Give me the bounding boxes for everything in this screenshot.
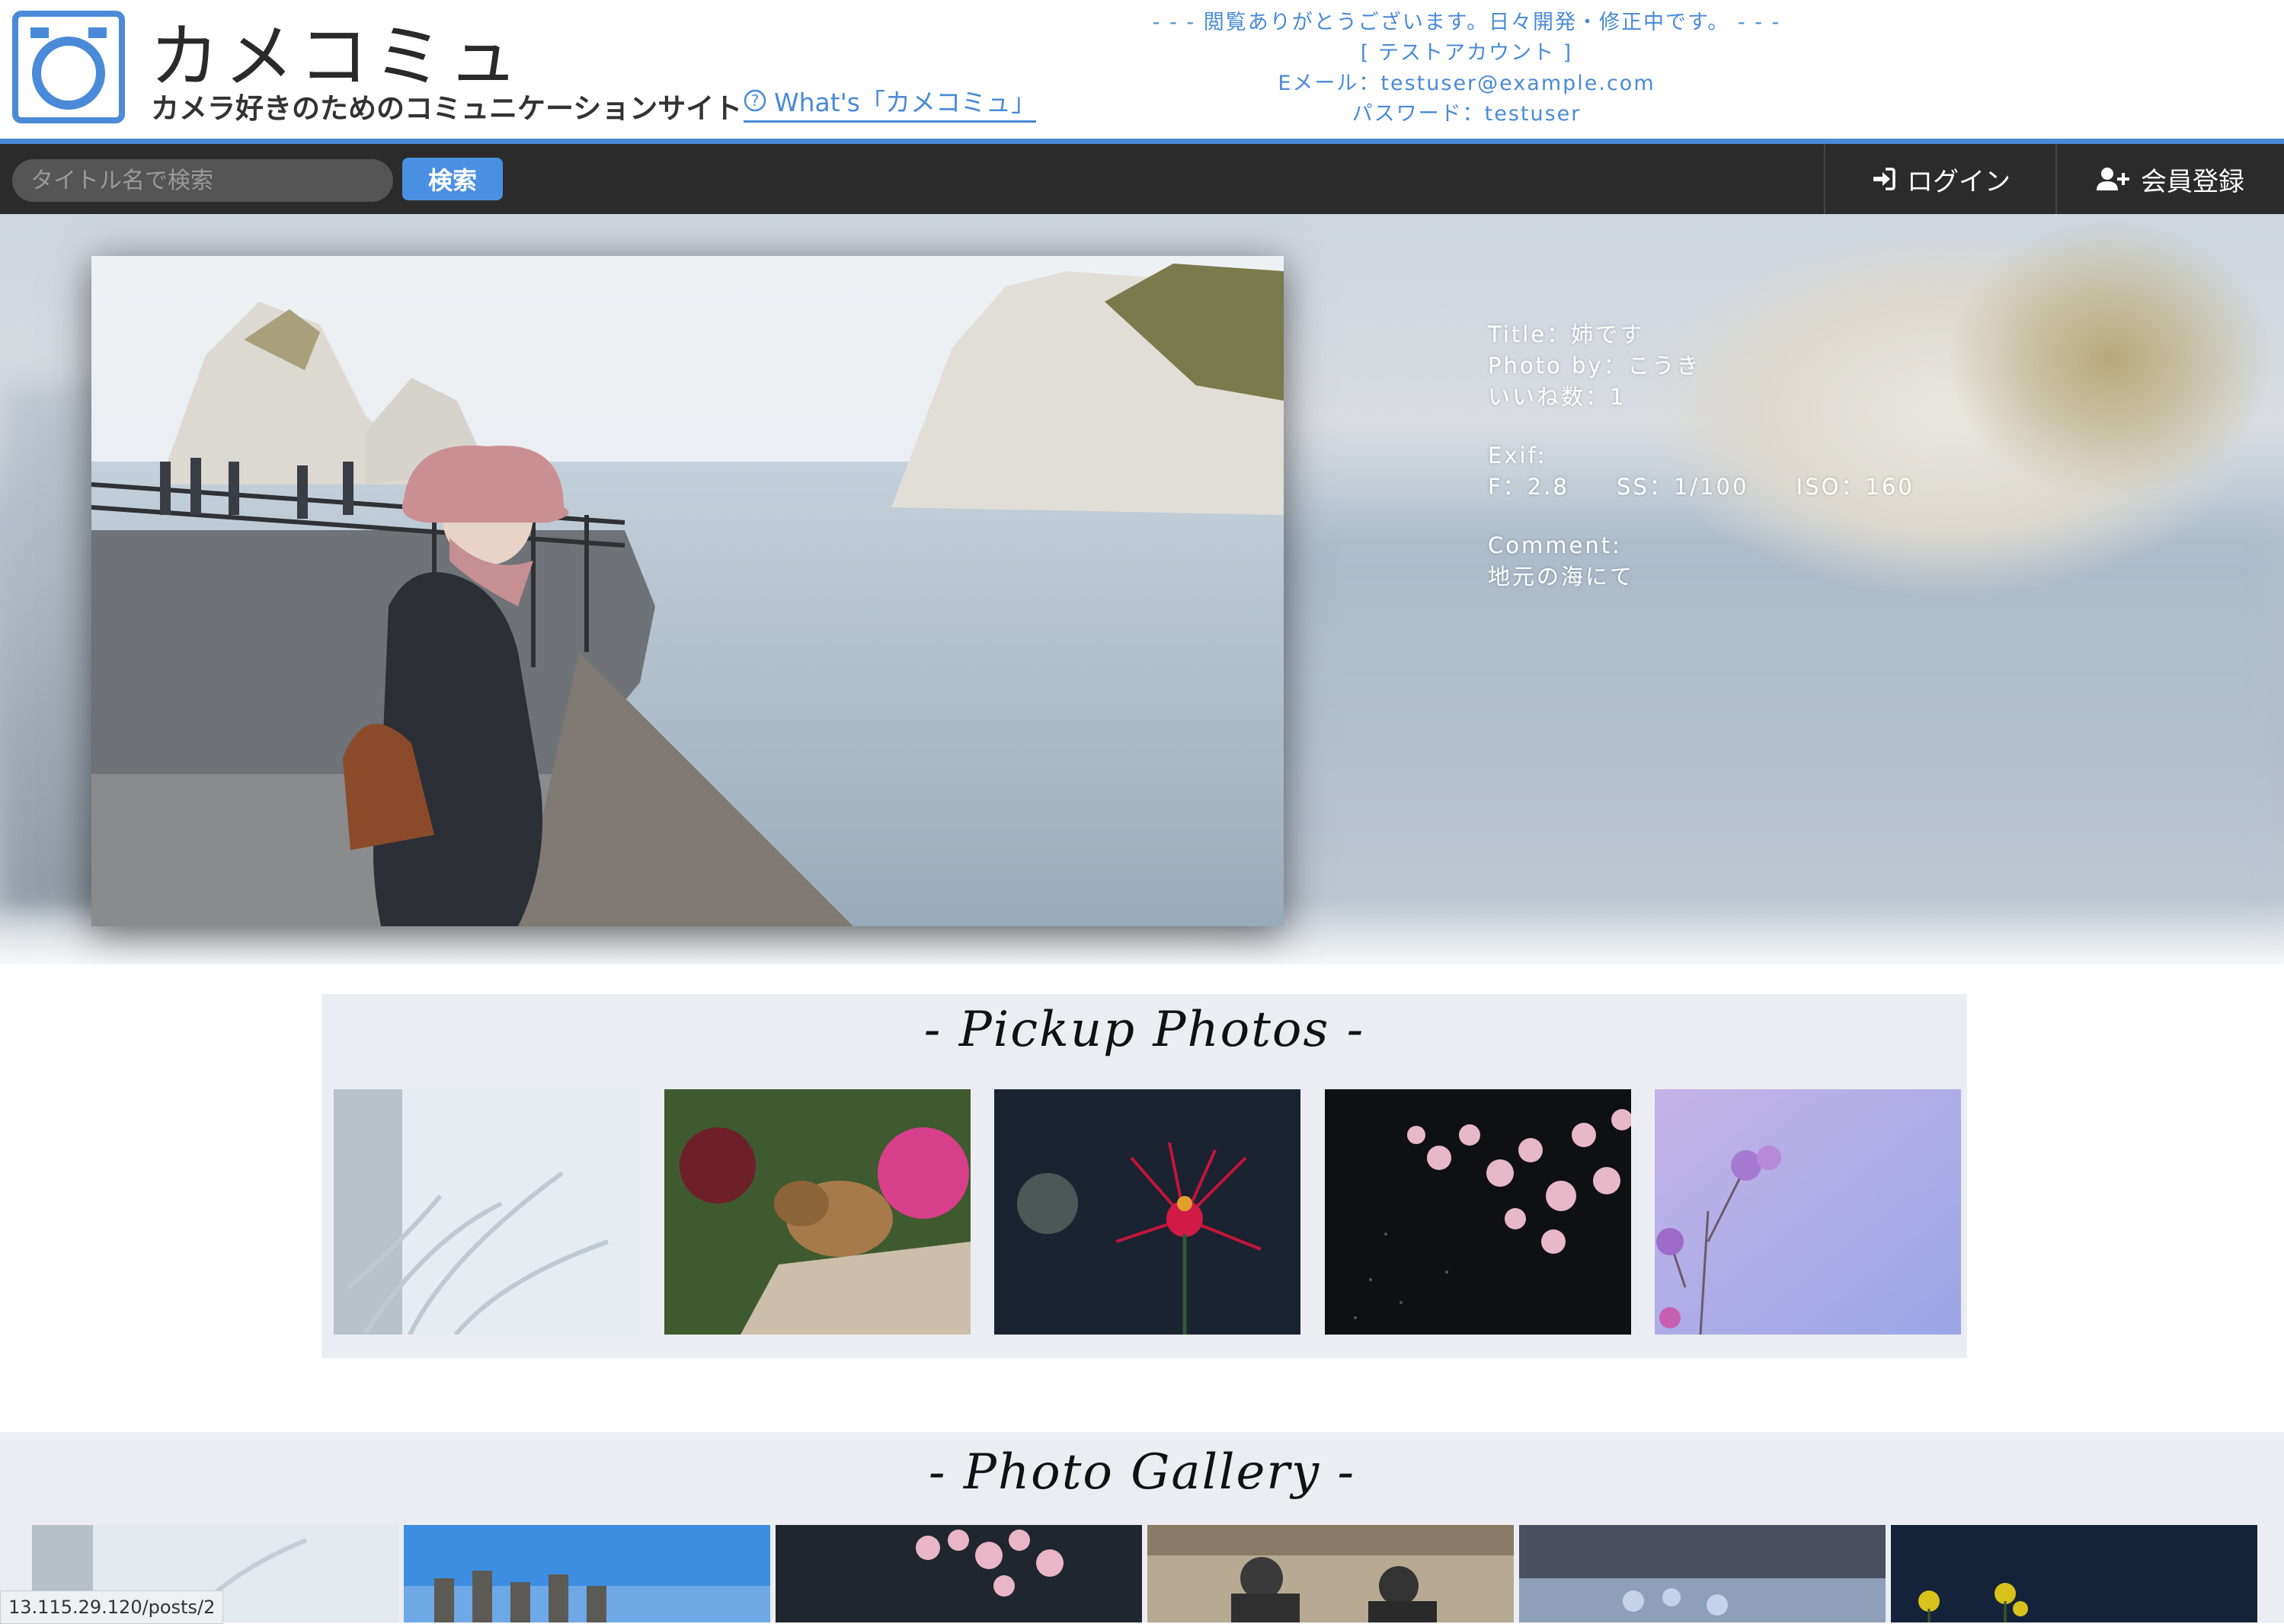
whats-link-label: What's「カメコミュ」	[774, 88, 1036, 117]
likes-row: いいね数：1	[1488, 382, 1953, 413]
login-button[interactable]: ログイン	[1824, 144, 2055, 214]
notice-line: パスワード：testuser	[1352, 102, 1582, 126]
gallery-photo-image	[404, 1525, 770, 1622]
gallery-photo-thumbnail[interactable]	[404, 1525, 770, 1622]
gallery-photo-image	[1147, 1525, 1514, 1622]
gallery-photo-thumbnail[interactable]	[776, 1525, 1142, 1622]
exif-values: F：2.8 SS：1/100 ISO：160	[1488, 472, 1953, 503]
photo-info-panel: Title：姉です Photo by：こうき いいね数：1 Exif: F：2.…	[1488, 319, 1953, 593]
help-circle-icon: ?	[744, 89, 766, 112]
hero-background-blur	[1950, 222, 2270, 496]
whats-link[interactable]: ? What's「カメコミュ」	[744, 82, 1036, 123]
notice-line: Eメール：testuser@example.com	[1278, 72, 1655, 95]
status-bar-url: 13.115.29.120/posts/2	[0, 1590, 224, 1624]
sign-in-icon	[1873, 168, 1895, 190]
pickup-photo-image	[664, 1089, 971, 1335]
title-row: Title：姉です	[1488, 319, 1953, 350]
notice-block: - - - 閲覧ありがとうございます。日々開発・修正中です。 - - - [ テ…	[1112, 8, 1821, 129]
photographer-name[interactable]: こうき	[1628, 353, 1701, 379]
featured-photo-hero: Title：姉です Photo by：こうき いいね数：1 Exif: F：2.…	[0, 214, 2284, 964]
photo-title: 姉です	[1571, 321, 1645, 347]
pickup-photo-thumbnail[interactable]	[1325, 1089, 1631, 1335]
comment-text: 地元の海にて	[1488, 564, 1635, 590]
photographer-label: Photo by：	[1488, 353, 1628, 379]
featured-photo[interactable]	[91, 256, 1284, 926]
register-button[interactable]: 会員登録	[2055, 144, 2284, 214]
pickup-photo-image	[1655, 1089, 1961, 1335]
pickup-photo-image	[334, 1089, 640, 1335]
exif-iso: ISO：160	[1796, 474, 1915, 500]
photo-gallery-section: - Photo Gallery -	[0, 1432, 2284, 1622]
search-button[interactable]: 検索	[402, 158, 503, 200]
pickup-photo-thumbnail[interactable]	[334, 1089, 640, 1335]
gallery-photo-thumbnail[interactable]	[1519, 1525, 1886, 1622]
photographer-row: Photo by：こうき	[1488, 350, 1953, 382]
svg-text:?: ?	[751, 91, 760, 110]
gallery-photo-thumbnail[interactable]	[1147, 1525, 1514, 1622]
pickup-photo-thumbnail[interactable]	[994, 1089, 1300, 1335]
featured-photo-image	[91, 256, 1284, 926]
notice-line: - - - 閲覧ありがとうございます。日々開発・修正中です。 - - -	[1152, 11, 1781, 34]
gallery-photo-thumbnail[interactable]	[1891, 1525, 2257, 1622]
gallery-photo-image	[776, 1525, 1142, 1622]
register-label: 会員登録	[2141, 166, 2244, 197]
pickup-section-title: - Pickup Photos -	[923, 1002, 1365, 1058]
exif-aperture: F：2.8	[1488, 474, 1569, 500]
likes-label: いいね数：	[1488, 384, 1611, 410]
gallery-section-title: - Photo Gallery -	[928, 1444, 1356, 1501]
pickup-photo-image	[1325, 1089, 1631, 1335]
gallery-photo-image	[1891, 1525, 2257, 1622]
user-plus-icon	[2097, 168, 2129, 190]
notice-line: [ テストアカウント ]	[1360, 41, 1573, 65]
pickup-photo-thumbnail[interactable]	[1655, 1089, 1961, 1335]
hero-background-blur	[1219, 534, 2284, 961]
header-divider	[0, 139, 2284, 144]
search-input[interactable]	[12, 159, 393, 202]
login-label: ログイン	[1907, 166, 2010, 197]
title-label: Title：	[1488, 321, 1572, 347]
pickup-photo-thumbnail[interactable]	[664, 1089, 971, 1335]
pickup-photos-section: - Pickup Photos -	[321, 994, 1967, 1358]
camera-logo-icon[interactable]	[12, 11, 125, 123]
likes-count: 1	[1610, 384, 1627, 410]
pickup-photo-image	[994, 1089, 1300, 1335]
comment-label: Comment:	[1488, 532, 1622, 558]
exif-shutter-speed: SS：1/100	[1617, 474, 1749, 500]
site-tagline: カメラ好きのためのコミュニケーションサイト	[151, 92, 743, 125]
site-header: カメコミュ カメラ好きのためのコミュニケーションサイト ? What's「カメコ…	[0, 0, 2284, 139]
navbar: 検索 ログイン 会員登録	[0, 144, 2284, 214]
exif-label: Exif:	[1488, 443, 1547, 468]
gallery-photo-image	[1519, 1525, 1886, 1622]
